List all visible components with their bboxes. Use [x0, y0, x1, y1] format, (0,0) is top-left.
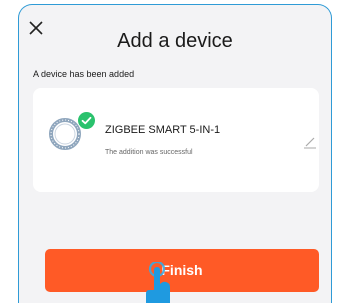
ring-sensor-icon [48, 117, 82, 151]
status-message: A device has been added [33, 69, 135, 79]
device-name: ZIGBEE SMART 5-IN-1 [105, 124, 221, 136]
hand-pointer-icon [130, 260, 170, 303]
page-title: Add a device [117, 30, 233, 52]
device-status: The addition was successful [105, 149, 193, 156]
device-card[interactable]: ZIGBEE SMART 5-IN-1 The addition was suc… [33, 88, 319, 192]
finish-button[interactable]: Finish [45, 249, 319, 292]
pencil-icon[interactable] [303, 135, 317, 149]
check-icon [78, 112, 95, 129]
add-device-dialog: Add a device A device has been added ZIG… [18, 4, 332, 303]
